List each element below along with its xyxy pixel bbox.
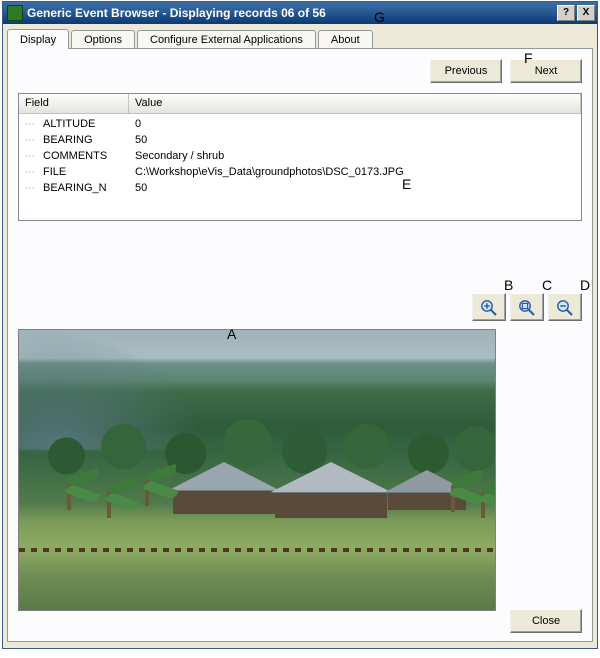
cell-field: BEARING bbox=[43, 134, 135, 146]
close-window-button[interactable]: X bbox=[577, 5, 595, 21]
tree-connector-icon: ⋯ bbox=[25, 135, 43, 146]
zoom-in-button[interactable] bbox=[472, 293, 506, 321]
zoom-out-icon bbox=[555, 298, 575, 316]
tabstrip: Display Options Configure External Appli… bbox=[3, 24, 597, 48]
cell-field: ALTITUDE bbox=[43, 118, 135, 130]
table-header: Field Value bbox=[19, 94, 581, 114]
cell-value: 50 bbox=[135, 134, 147, 146]
cell-value: Secondary / shrub bbox=[135, 150, 224, 162]
attribute-table: Field Value ⋯ ALTITUDE 0 ⋯ BEARING 50 bbox=[18, 93, 582, 221]
zoom-fit-icon bbox=[517, 298, 537, 316]
client-area: Display Options Configure External Appli… bbox=[3, 24, 597, 648]
table-row[interactable]: ⋯ COMMENTS Secondary / shrub bbox=[19, 148, 581, 164]
column-header-value[interactable]: Value bbox=[129, 94, 581, 113]
table-row[interactable]: ⋯ ALTITUDE 0 bbox=[19, 116, 581, 132]
titlebar: Generic Event Browser - Displaying recor… bbox=[3, 2, 597, 24]
app-icon bbox=[7, 5, 23, 21]
cell-field: COMMENTS bbox=[43, 150, 135, 162]
table-row[interactable]: ⋯ BEARING_N 50 bbox=[19, 180, 581, 196]
zoom-controls bbox=[18, 293, 582, 321]
help-button[interactable]: ? bbox=[557, 5, 575, 21]
tab-options[interactable]: Options bbox=[71, 30, 135, 49]
tree-connector-icon: ⋯ bbox=[25, 183, 43, 194]
zoom-fit-button[interactable] bbox=[510, 293, 544, 321]
zoom-out-button[interactable] bbox=[548, 293, 582, 321]
photo-display bbox=[18, 329, 496, 611]
cell-field: FILE bbox=[43, 166, 135, 178]
record-nav: Previous Next bbox=[18, 59, 582, 83]
tab-configure-external-applications[interactable]: Configure External Applications bbox=[137, 30, 316, 49]
cell-value: 0 bbox=[135, 118, 141, 130]
table-row[interactable]: ⋯ BEARING 50 bbox=[19, 132, 581, 148]
tab-display[interactable]: Display bbox=[7, 29, 69, 49]
previous-button[interactable]: Previous bbox=[430, 59, 502, 83]
cell-field: BEARING_N bbox=[43, 182, 135, 194]
footer-buttons: Close bbox=[510, 609, 582, 633]
tree-connector-icon: ⋯ bbox=[25, 119, 43, 130]
window-title: Generic Event Browser - Displaying recor… bbox=[27, 6, 555, 20]
zoom-in-icon bbox=[479, 298, 499, 316]
tab-panel-display: Previous Next Field Value ⋯ ALTITUDE 0 ⋯ bbox=[7, 48, 593, 642]
tree-connector-icon: ⋯ bbox=[25, 167, 43, 178]
close-button[interactable]: Close bbox=[510, 609, 582, 633]
cell-value: C:\Workshop\eVis_Data\groundphotos\DSC_0… bbox=[135, 166, 404, 178]
cell-value: 50 bbox=[135, 182, 147, 194]
next-button[interactable]: Next bbox=[510, 59, 582, 83]
tab-about[interactable]: About bbox=[318, 30, 373, 49]
table-body: ⋯ ALTITUDE 0 ⋯ BEARING 50 ⋯ COMMENTS Sec… bbox=[19, 114, 581, 198]
tree-connector-icon: ⋯ bbox=[25, 151, 43, 162]
column-header-field[interactable]: Field bbox=[19, 94, 129, 113]
table-row[interactable]: ⋯ FILE C:\Workshop\eVis_Data\groundphoto… bbox=[19, 164, 581, 180]
app-window: Generic Event Browser - Displaying recor… bbox=[2, 1, 598, 649]
